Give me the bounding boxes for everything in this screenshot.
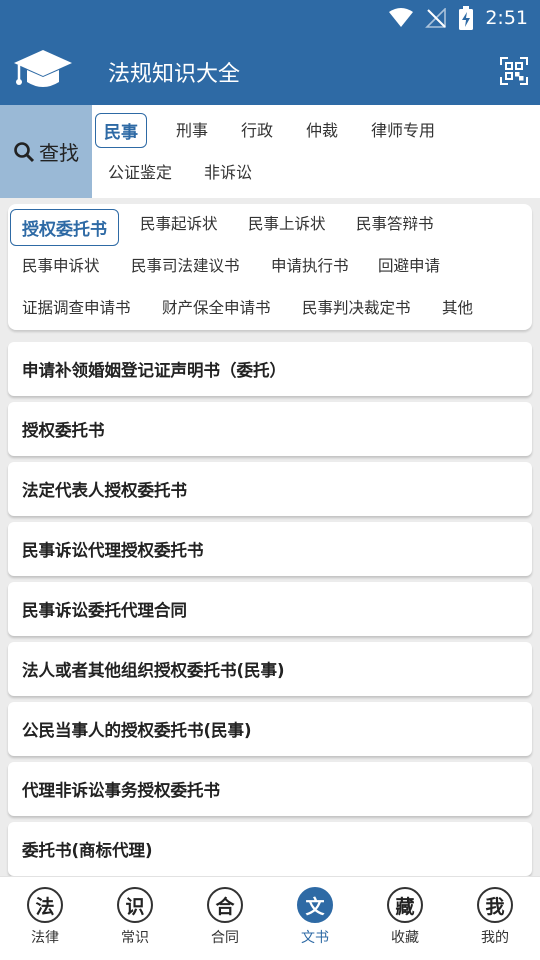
tab-lawyer[interactable]: 律师专用 — [371, 117, 435, 141]
tab-criminal[interactable]: 刑事 — [176, 117, 208, 141]
profile-icon: 我 — [477, 887, 513, 923]
no-signal-icon — [425, 8, 447, 28]
tab-civil[interactable]: 民事 — [95, 113, 147, 148]
app-header: 2:51 法规知识大全 — [0, 0, 540, 105]
app-title: 法规知识大全 — [108, 62, 241, 87]
graduation-cap-icon — [12, 46, 74, 94]
battery-charging-icon — [459, 6, 474, 30]
subtab-evidence-request[interactable]: 证据调查申请书 — [22, 296, 131, 318]
clock-time: 2:51 — [485, 7, 528, 29]
favorites-icon: 藏 — [387, 887, 423, 923]
subtab-civil-petition[interactable]: 民事申诉状 — [22, 254, 100, 276]
wifi-icon — [389, 8, 414, 28]
search-button[interactable]: 查找 — [0, 105, 92, 198]
nav-knowledge[interactable]: 识 常识 — [90, 887, 180, 947]
nav-mine[interactable]: 我 我的 — [450, 887, 540, 947]
subtab-civil-appeal[interactable]: 民事上诉状 — [248, 212, 326, 234]
tab-non-litigation[interactable]: 非诉讼 — [204, 159, 252, 183]
nav-label: 常识 — [121, 930, 149, 946]
nav-label: 文书 — [301, 930, 329, 946]
subtab-civil-defense[interactable]: 民事答辩书 — [356, 212, 434, 234]
nav-label: 收藏 — [391, 930, 419, 946]
subtab-other[interactable]: 其他 — [442, 296, 473, 318]
nav-favorites[interactable]: 藏 收藏 — [360, 887, 450, 947]
document-list-item[interactable]: 代理非诉讼事务授权委托书 — [8, 762, 532, 816]
contract-icon: 合 — [207, 887, 243, 923]
document-list-item[interactable]: 申请补领婚姻登记证声明书（委托） — [8, 342, 532, 396]
qr-scan-icon[interactable] — [500, 57, 528, 85]
subtab-execution-request[interactable]: 申请执行书 — [271, 254, 349, 276]
document-list-item[interactable]: 民事诉讼代理授权委托书 — [8, 522, 532, 576]
documents-icon: 文 — [297, 887, 333, 923]
bottom-navigation: 法 法律 识 常识 合 合同 文 文书 藏 收藏 我 我的 — [0, 876, 540, 960]
document-list-item[interactable]: 授权委托书 — [8, 402, 532, 456]
search-icon — [14, 141, 35, 162]
nav-documents[interactable]: 文 文书 — [270, 887, 360, 947]
nav-label: 合同 — [211, 930, 239, 946]
nav-contract[interactable]: 合 合同 — [180, 887, 270, 947]
tab-arbitration[interactable]: 仲裁 — [306, 117, 338, 141]
nav-law[interactable]: 法 法律 — [0, 887, 90, 947]
tab-administrative[interactable]: 行政 — [241, 117, 273, 141]
subtab-power-of-attorney[interactable]: 授权委托书 — [10, 209, 119, 246]
nav-label: 我的 — [481, 930, 509, 946]
subtab-judicial-advice[interactable]: 民事司法建议书 — [131, 254, 240, 276]
document-list-item[interactable]: 委托书(商标代理) — [8, 822, 532, 876]
tab-notary[interactable]: 公证鉴定 — [108, 159, 172, 183]
subtab-civil-complaint[interactable]: 民事起诉状 — [140, 212, 218, 234]
subtab-civil-judgment[interactable]: 民事判决裁定书 — [302, 296, 411, 318]
document-list-item[interactable]: 法定代表人授权委托书 — [8, 462, 532, 516]
subtab-property-preservation[interactable]: 财产保全申请书 — [162, 296, 271, 318]
status-bar: 2:51 — [377, 4, 528, 32]
nav-label: 法律 — [31, 930, 59, 946]
knowledge-icon: 识 — [117, 887, 153, 923]
category-tabs: 查找 民事 刑事 行政 仲裁 律师专用 公证鉴定 非诉讼 — [0, 105, 540, 198]
law-icon: 法 — [27, 887, 63, 923]
search-label: 查找 — [39, 141, 79, 165]
subtab-recusal[interactable]: 回避申请 — [378, 254, 440, 276]
subcategory-card: 授权委托书 民事起诉状 民事上诉状 民事答辩书 民事申诉状 民事司法建议书 申请… — [8, 204, 532, 330]
document-list-item[interactable]: 公民当事人的授权委托书(民事) — [8, 702, 532, 756]
document-list-item[interactable]: 法人或者其他组织授权委托书(民事) — [8, 642, 532, 696]
document-list-item[interactable]: 民事诉讼委托代理合同 — [8, 582, 532, 636]
